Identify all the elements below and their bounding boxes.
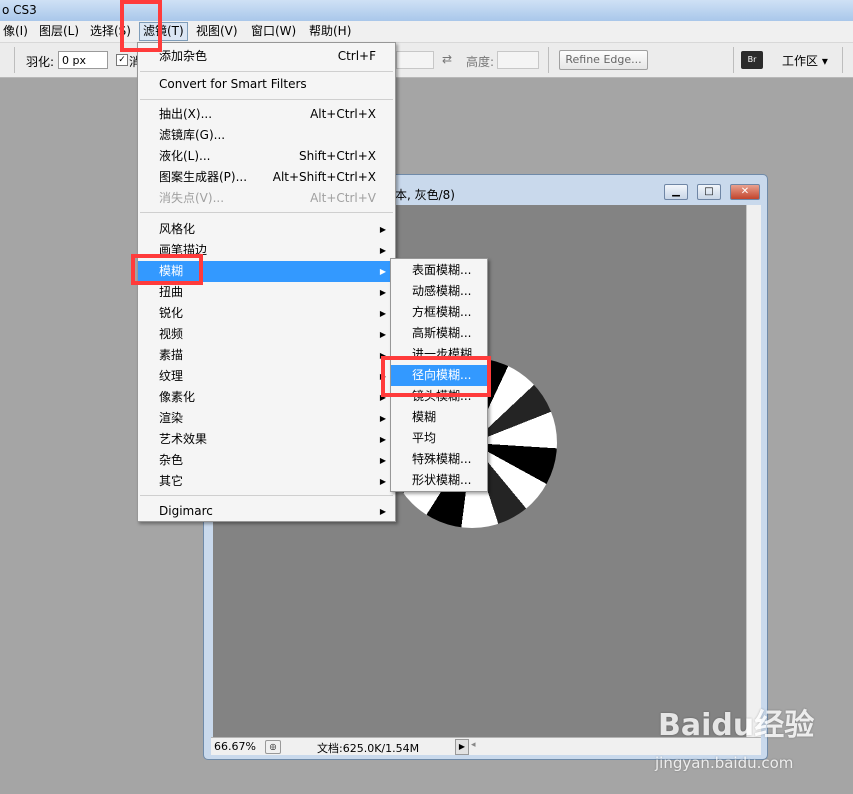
menu-separator — [140, 495, 393, 496]
width-input[interactable] — [396, 51, 434, 69]
blur-item-average[interactable]: 平均 — [391, 428, 487, 449]
submenu-arrow-icon: ▶ — [379, 477, 386, 486]
menu-item-last-filter[interactable]: 添加杂色 Ctrl+F — [138, 46, 395, 67]
menu-item-video[interactable]: 视频 ▶ — [138, 324, 395, 345]
menu-item-pixelate[interactable]: 像素化 ▶ — [138, 387, 395, 408]
vertical-scrollbar[interactable] — [746, 205, 761, 737]
submenu-arrow-icon: ▶ — [379, 435, 386, 444]
antialias-checkbox[interactable]: ✓ — [116, 54, 128, 66]
feather-input[interactable]: 0 px — [58, 51, 108, 69]
swap-icon[interactable]: ⇄ — [442, 52, 452, 66]
menu-window[interactable]: 窗口(W) — [248, 23, 299, 40]
status-arrow-icon[interactable]: ▶ — [455, 739, 469, 755]
annotation-box-filter-menu — [120, 0, 162, 52]
status-menu-icon[interactable]: ◎ — [265, 740, 281, 754]
menu-item-artistic[interactable]: 艺术效果 ▶ — [138, 429, 395, 450]
submenu-arrow-icon: ▶ — [379, 225, 386, 234]
submenu-arrow-icon: ▶ — [379, 456, 386, 465]
zoom-level[interactable]: 66.67% — [214, 740, 256, 753]
doc-size-info: 文档:625.0K/1.54M — [317, 742, 420, 755]
blur-item-box[interactable]: 方框模糊... — [391, 302, 487, 323]
blur-item-smart[interactable]: 特殊模糊... — [391, 449, 487, 470]
bridge-icon[interactable]: Br — [741, 51, 763, 69]
menu-help[interactable]: 帮助(H) — [306, 23, 354, 40]
submenu-arrow-icon: ▶ — [379, 267, 386, 276]
blur-item-surface[interactable]: 表面模糊... — [391, 260, 487, 281]
submenu-arrow-icon: ▶ — [379, 309, 386, 318]
height-input[interactable] — [497, 51, 539, 69]
menu-image[interactable]: 像(I) — [0, 23, 31, 40]
app-title: o CS3 — [2, 3, 37, 17]
menu-layer[interactable]: 图层(L) — [36, 23, 82, 40]
document-title: 本, 灰色/8) — [395, 188, 455, 202]
workspace-button[interactable]: 工作区 ▾ — [782, 52, 828, 69]
submenu-arrow-icon: ▶ — [379, 288, 386, 297]
blur-item-motion[interactable]: 动感模糊... — [391, 281, 487, 302]
menu-item-sharpen[interactable]: 锐化 ▶ — [138, 303, 395, 324]
blur-item-shape[interactable]: 形状模糊... — [391, 470, 487, 491]
menu-item-distort[interactable]: 扭曲 ▶ — [138, 282, 395, 303]
menu-item-vanishing-point[interactable]: 消失点(V)... Alt+Ctrl+V — [138, 188, 395, 209]
submenu-arrow-icon: ▶ — [379, 330, 386, 339]
menu-separator — [140, 99, 393, 100]
minimize-icon[interactable]: ▁ — [664, 184, 688, 200]
menu-separator — [140, 212, 393, 213]
maximize-icon[interactable]: □ — [697, 184, 721, 200]
submenu-arrow-icon: ▶ — [379, 507, 386, 516]
blur-item-gaussian[interactable]: 高斯模糊... — [391, 323, 487, 344]
menu-item-convert-smart-filters[interactable]: Convert for Smart Filters — [138, 74, 395, 95]
hscroll-left-icon[interactable]: ◂ — [471, 740, 476, 750]
feather-label: 羽化: — [26, 55, 55, 69]
menu-separator — [140, 71, 393, 72]
annotation-box-blur-item — [131, 254, 203, 285]
options-divider — [733, 47, 734, 73]
options-divider — [842, 47, 843, 73]
height-label: 高度: — [466, 55, 495, 69]
menu-item-liquify[interactable]: 液化(L)... Shift+Ctrl+X — [138, 146, 395, 167]
menu-item-other[interactable]: 其它 ▶ — [138, 471, 395, 492]
close-icon[interactable]: ✕ — [730, 184, 760, 200]
menu-item-render[interactable]: 渲染 ▶ — [138, 408, 395, 429]
watermark-url: jingyan.baidu.com — [655, 754, 794, 772]
menu-view[interactable]: 视图(V) — [193, 23, 241, 40]
blur-item-blur[interactable]: 模糊 — [391, 407, 487, 428]
menu-item-stylize[interactable]: 风格化 ▶ — [138, 219, 395, 240]
menu-item-extract[interactable]: 抽出(X)... Alt+Ctrl+X — [138, 104, 395, 125]
options-divider — [548, 47, 549, 73]
menu-item-digimarc[interactable]: Digimarc ▶ — [138, 501, 395, 522]
menu-item-filter-gallery[interactable]: 滤镜库(G)... — [138, 125, 395, 146]
menu-item-texture[interactable]: 纹理 ▶ — [138, 366, 395, 387]
watermark-logo: Baidu经验 — [658, 708, 815, 743]
menu-item-noise[interactable]: 杂色 ▶ — [138, 450, 395, 471]
annotation-box-radial-blur — [381, 356, 491, 397]
refine-edge-button[interactable]: Refine Edge... — [559, 50, 648, 70]
submenu-arrow-icon: ▶ — [379, 246, 386, 255]
menu-item-pattern-maker[interactable]: 图案生成器(P)... Alt+Shift+Ctrl+X — [138, 167, 395, 188]
menu-item-sketch[interactable]: 素描 ▶ — [138, 345, 395, 366]
options-divider — [14, 47, 15, 73]
submenu-arrow-icon: ▶ — [379, 414, 386, 423]
